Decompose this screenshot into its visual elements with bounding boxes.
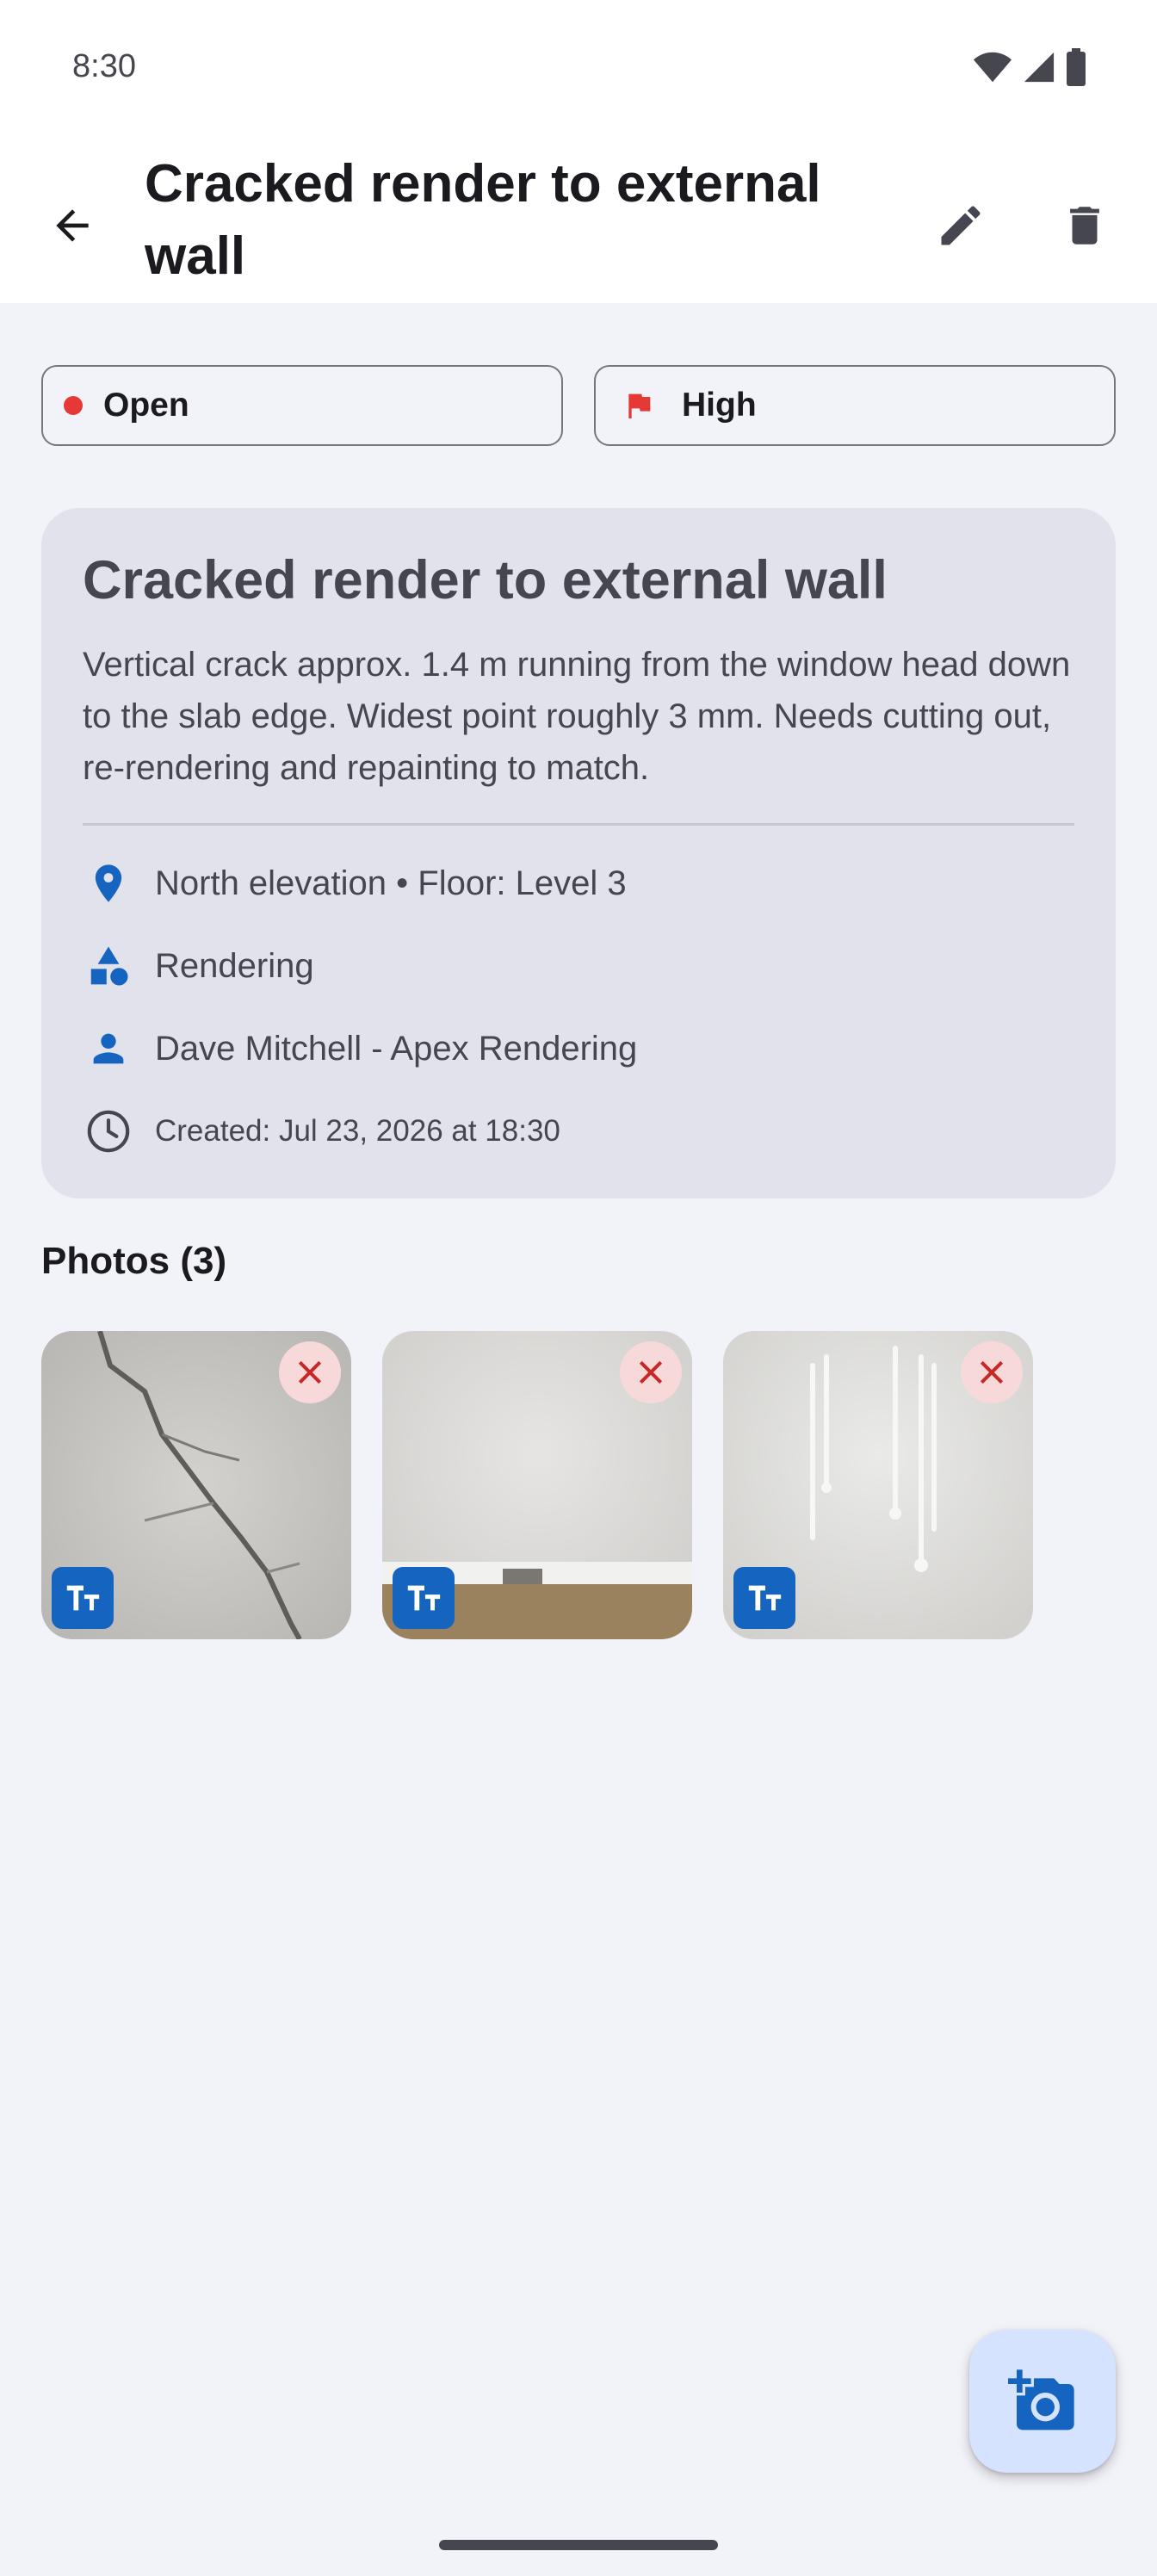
annotation-badge (393, 1567, 455, 1629)
trade-row: Rendering (83, 940, 314, 992)
wifi-icon (973, 52, 1012, 83)
remove-photo-button[interactable] (961, 1341, 1023, 1403)
location-pin-icon (83, 858, 134, 909)
person-icon (83, 1023, 134, 1074)
edit-button[interactable] (926, 191, 995, 260)
delete-button[interactable] (1050, 191, 1119, 260)
annotation-badge (733, 1567, 795, 1629)
assignee-row: Dave Mitchell - Apex Rendering (83, 1023, 637, 1074)
issue-description: Vertical crack approx. 1.4 m running fro… (83, 646, 1071, 787)
battery-icon (1067, 48, 1086, 86)
assignee-text: Dave Mitchell - Apex Rendering (155, 1029, 638, 1068)
divider (83, 823, 1074, 826)
text-annotation-icon (748, 1585, 782, 1611)
created-row: Created: Jul 23, 2026 at 18:30 (83, 1105, 560, 1157)
clock-icon (83, 1105, 134, 1157)
location-row: North elevation • Floor: Level 3 (83, 858, 627, 909)
home-indicator[interactable] (439, 2540, 718, 2550)
photos-heading: Photos (3) (41, 1240, 227, 1282)
add-photo-icon (1008, 2369, 1074, 2430)
issue-title: Cracked render to external wall (83, 550, 888, 610)
close-icon (639, 1360, 663, 1384)
status-icons (973, 48, 1086, 86)
issue-card: Cracked render to external wall Vertical… (41, 508, 1116, 1198)
photo-thumbnail[interactable] (41, 1331, 351, 1639)
page-title: Cracked render to external wall (145, 154, 821, 286)
arrow-back-icon (56, 209, 89, 242)
location-text: North elevation • Floor: Level 3 (155, 864, 627, 902)
annotation-badge (52, 1567, 114, 1629)
remove-photo-button[interactable] (620, 1341, 682, 1403)
status-bar: 8:30 (0, 0, 1157, 138)
status-time: 8:30 (72, 48, 136, 84)
status-dot-icon (64, 396, 83, 415)
text-annotation-icon (66, 1585, 100, 1611)
priority-dropdown[interactable]: High (594, 365, 1116, 446)
app-bar: Cracked render to external wall (0, 138, 1157, 303)
photo-thumbnail[interactable] (723, 1331, 1033, 1639)
created-text: Created: Jul 23, 2026 at 18:30 (155, 1114, 560, 1148)
status-dropdown[interactable]: Open (41, 365, 563, 446)
trade-text: Rendering (155, 946, 314, 985)
close-icon (980, 1360, 1004, 1384)
trash-icon (1070, 207, 1099, 245)
category-icon (83, 940, 134, 992)
back-button[interactable] (38, 191, 107, 260)
signal-icon (1024, 52, 1055, 83)
edit-icon (941, 206, 981, 245)
close-icon (298, 1360, 322, 1384)
photo-thumbnail[interactable] (382, 1331, 692, 1639)
add-photo-button[interactable] (969, 2330, 1116, 2473)
flag-icon (622, 388, 656, 423)
status-label: Open (103, 387, 189, 424)
remove-photo-button[interactable] (279, 1341, 341, 1403)
priority-label: High (682, 387, 757, 424)
text-annotation-icon (407, 1585, 441, 1611)
